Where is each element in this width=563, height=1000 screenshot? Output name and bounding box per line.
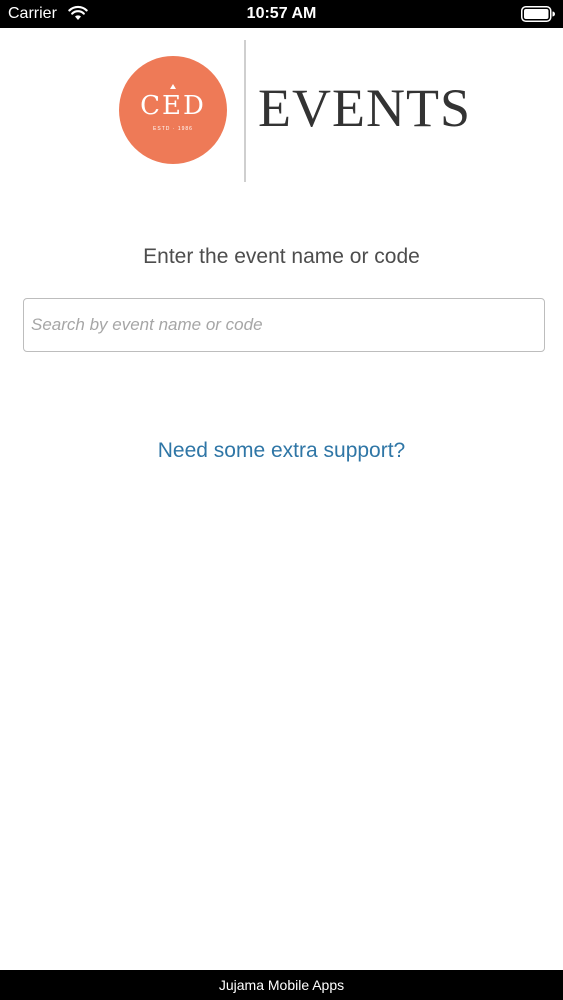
logo-triangle-icon [170,84,176,89]
events-wordmark: EVENTS [258,78,471,138]
clock-label: 10:57 AM [246,5,317,22]
status-bar: Carrier 10:57 AM [0,0,563,28]
app-screen: Carrier 10:57 AM CED ESTD · 1986 EVENTS … [0,0,563,1000]
ced-logo: CED ESTD · 1986 [119,56,227,164]
logo-divider [244,40,246,182]
footer-bar: Jujama Mobile Apps [0,970,563,1000]
logo-subtext: ESTD · 1986 [153,126,193,132]
extra-support-link[interactable]: Need some extra support? [0,438,563,464]
footer-label: Jujama Mobile Apps [218,977,345,993]
logo-letters: CED [140,91,206,121]
search-prompt: Enter the event name or code [143,245,420,268]
event-logo-header: CED ESTD · 1986 EVENTS [0,38,563,182]
event-search-input[interactable] [23,298,545,352]
battery-icon [521,6,555,22]
